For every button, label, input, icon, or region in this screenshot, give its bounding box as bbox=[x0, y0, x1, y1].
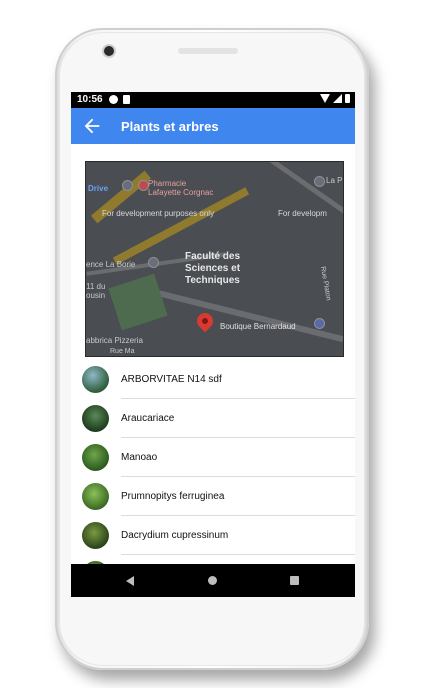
map-pin-drive bbox=[122, 180, 133, 191]
page-title: Plants et arbres bbox=[121, 119, 219, 134]
map-view[interactable]: Drive Pharmacie Lafayette Corgnac La P e… bbox=[85, 161, 344, 357]
plant-thumbnail bbox=[82, 405, 109, 432]
map-label-boutique: Boutique Bernardaud bbox=[220, 322, 296, 331]
status-bar: 10:56 bbox=[71, 92, 355, 108]
wifi-icon bbox=[320, 94, 330, 103]
status-time: 10:56 bbox=[77, 94, 103, 105]
plant-list: ARBORVITAE N14 sdf Araucariace Manoao Pr… bbox=[71, 360, 355, 594]
status-icons bbox=[320, 94, 350, 103]
list-item[interactable]: Manoao bbox=[71, 438, 355, 477]
map-label-drive: Drive bbox=[88, 184, 109, 193]
list-item[interactable]: Dacrydium cupressinum bbox=[71, 516, 355, 555]
plant-thumbnail bbox=[82, 483, 109, 510]
app-bar: Plants et arbres bbox=[71, 108, 355, 144]
map-marker-icon[interactable] bbox=[193, 309, 217, 333]
map-label-rue-platon: Rue Platon bbox=[318, 265, 332, 302]
list-item[interactable]: Prumnopitys ferruginea bbox=[71, 477, 355, 516]
map-label-rue: Rue Ma bbox=[110, 348, 135, 355]
map-road bbox=[239, 162, 343, 233]
map-label-la-p: La P bbox=[326, 176, 343, 185]
screen: 10:56 Plants et arbres Drive Pharmacie L… bbox=[71, 92, 355, 597]
map-label-la-borie: ence La Borie bbox=[86, 260, 136, 269]
earpiece-speaker bbox=[178, 48, 238, 54]
notification-icon bbox=[123, 95, 130, 104]
plant-thumbnail bbox=[82, 444, 109, 471]
map-label-pizzeria: abbrica Pizzeria bbox=[86, 336, 143, 345]
plant-name: ARBORVITAE N14 sdf bbox=[121, 374, 222, 385]
map-dev-watermark-right: For developm bbox=[278, 209, 327, 218]
plant-name: Manoao bbox=[121, 452, 158, 463]
battery-icon bbox=[345, 94, 350, 103]
nav-back-icon[interactable] bbox=[126, 576, 134, 586]
map-pin-poi bbox=[314, 176, 325, 187]
plant-name: Dacrydium cupressinum bbox=[121, 530, 229, 541]
plant-name: Araucariace bbox=[121, 413, 175, 424]
nav-home-icon[interactable] bbox=[208, 576, 217, 585]
list-item[interactable]: Araucariace bbox=[71, 399, 355, 438]
map-pin-poi bbox=[148, 257, 159, 268]
plant-name: Prumnopitys ferruginea bbox=[121, 491, 225, 502]
system-nav-bar bbox=[71, 564, 355, 597]
map-pin-poi bbox=[314, 318, 325, 329]
arrow-left-icon[interactable] bbox=[81, 115, 103, 137]
front-camera bbox=[104, 46, 114, 56]
signal-icon bbox=[333, 94, 342, 103]
map-label-pharmacy: Pharmacie Lafayette Corgnac bbox=[148, 179, 214, 197]
map-road bbox=[148, 287, 343, 343]
plant-thumbnail bbox=[82, 522, 109, 549]
nav-recents-icon[interactable] bbox=[290, 576, 299, 585]
map-park bbox=[108, 273, 168, 331]
map-place-title: Faculté des Sciences et Techniques bbox=[185, 251, 241, 286]
map-label-du-ousin: 11 du ousin bbox=[86, 282, 106, 300]
plant-thumbnail bbox=[82, 366, 109, 393]
list-item[interactable]: ARBORVITAE N14 sdf bbox=[71, 360, 355, 399]
sync-icon bbox=[109, 95, 118, 104]
map-dev-watermark: For development purposes only bbox=[102, 209, 215, 218]
